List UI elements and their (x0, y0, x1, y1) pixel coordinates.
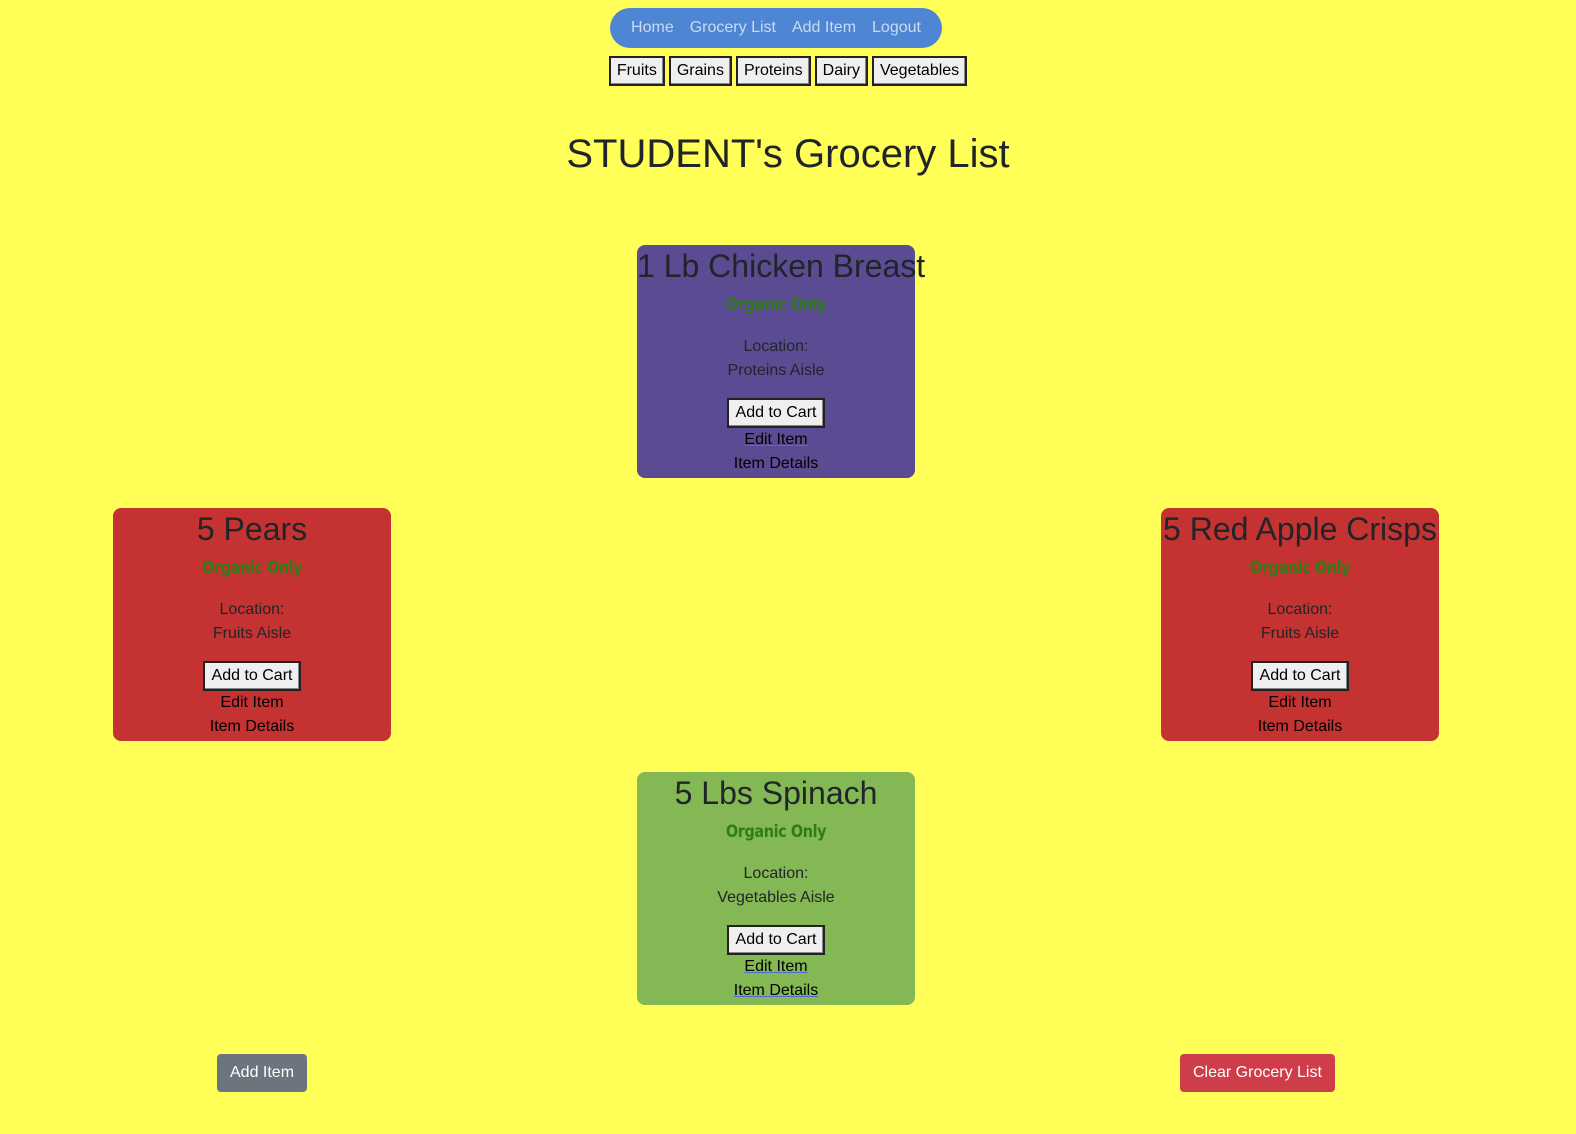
location-value: Proteins Aisle (727, 362, 825, 379)
location-value: Vegetables Aisle (717, 889, 835, 906)
organic-badge: Organic Only (725, 822, 827, 842)
nav-link-grocery-list[interactable]: Grocery List (690, 19, 776, 37)
category-button-fruits[interactable]: Fruits (608, 56, 665, 86)
item-details-link[interactable]: Item Details (1161, 715, 1439, 739)
clear-grocery-list-button[interactable]: Clear Grocery List (1180, 1054, 1335, 1092)
organic-badge: Organic Only (201, 558, 303, 578)
add-to-cart-button[interactable]: Add to Cart (1250, 661, 1350, 691)
category-filter-bar: Fruits Grains Proteins Dairy Vegetables (0, 56, 1576, 86)
grocery-card-red-apple-crisps: 5 Red Apple Crisps Organic Only Location… (1161, 508, 1439, 741)
location-label: Location: (743, 338, 809, 355)
grocery-card-pears: 5 Pears Organic Only Location: Fruits Ai… (113, 508, 391, 741)
edit-item-link[interactable]: Edit Item (113, 691, 391, 715)
grocery-card-chicken: 1 Lb Chicken Breast Organic Only Locatio… (637, 245, 926, 478)
top-nav: Home Grocery List Add Item Logout (610, 8, 942, 48)
edit-item-link[interactable]: Edit Item (1161, 691, 1439, 715)
add-to-cart-button[interactable]: Add to Cart (202, 661, 302, 691)
category-button-proteins[interactable]: Proteins (735, 56, 811, 86)
grocery-card-spinach: 5 Lbs Spinach Organic Only Location: Veg… (637, 772, 915, 1005)
item-name: 5 Lbs Spinach (674, 775, 878, 811)
category-button-grains[interactable]: Grains (668, 56, 732, 86)
organic-badge: Organic Only (725, 295, 827, 315)
nav-link-home[interactable]: Home (631, 19, 674, 37)
location-value: Fruits Aisle (1260, 625, 1340, 642)
nav-link-logout[interactable]: Logout (872, 19, 921, 37)
add-to-cart-button[interactable]: Add to Cart (726, 925, 826, 955)
location-value: Fruits Aisle (212, 625, 292, 642)
organic-badge: Organic Only (1249, 558, 1351, 578)
item-name: 5 Pears (196, 511, 308, 547)
add-item-button[interactable]: Add Item (217, 1054, 308, 1092)
nav-link-add-item[interactable]: Add Item (792, 19, 856, 37)
page-title: STUDENT's Grocery List (566, 132, 1010, 176)
location-label: Location: (743, 865, 809, 882)
item-details-link[interactable]: Item Details (637, 452, 915, 476)
location-label: Location: (1267, 601, 1333, 618)
category-button-dairy[interactable]: Dairy (814, 56, 868, 86)
item-details-link[interactable]: Item Details (637, 979, 915, 1003)
item-name: 1 Lb Chicken Breast (637, 248, 926, 284)
item-details-link[interactable]: Item Details (113, 715, 391, 739)
edit-item-link[interactable]: Edit Item (637, 955, 915, 979)
item-name: 5 Red Apple Crisps (1163, 511, 1437, 547)
edit-item-link[interactable]: Edit Item (637, 428, 915, 452)
add-to-cart-button[interactable]: Add to Cart (726, 398, 826, 428)
category-button-vegetables[interactable]: Vegetables (871, 56, 968, 86)
location-label: Location: (219, 601, 285, 618)
